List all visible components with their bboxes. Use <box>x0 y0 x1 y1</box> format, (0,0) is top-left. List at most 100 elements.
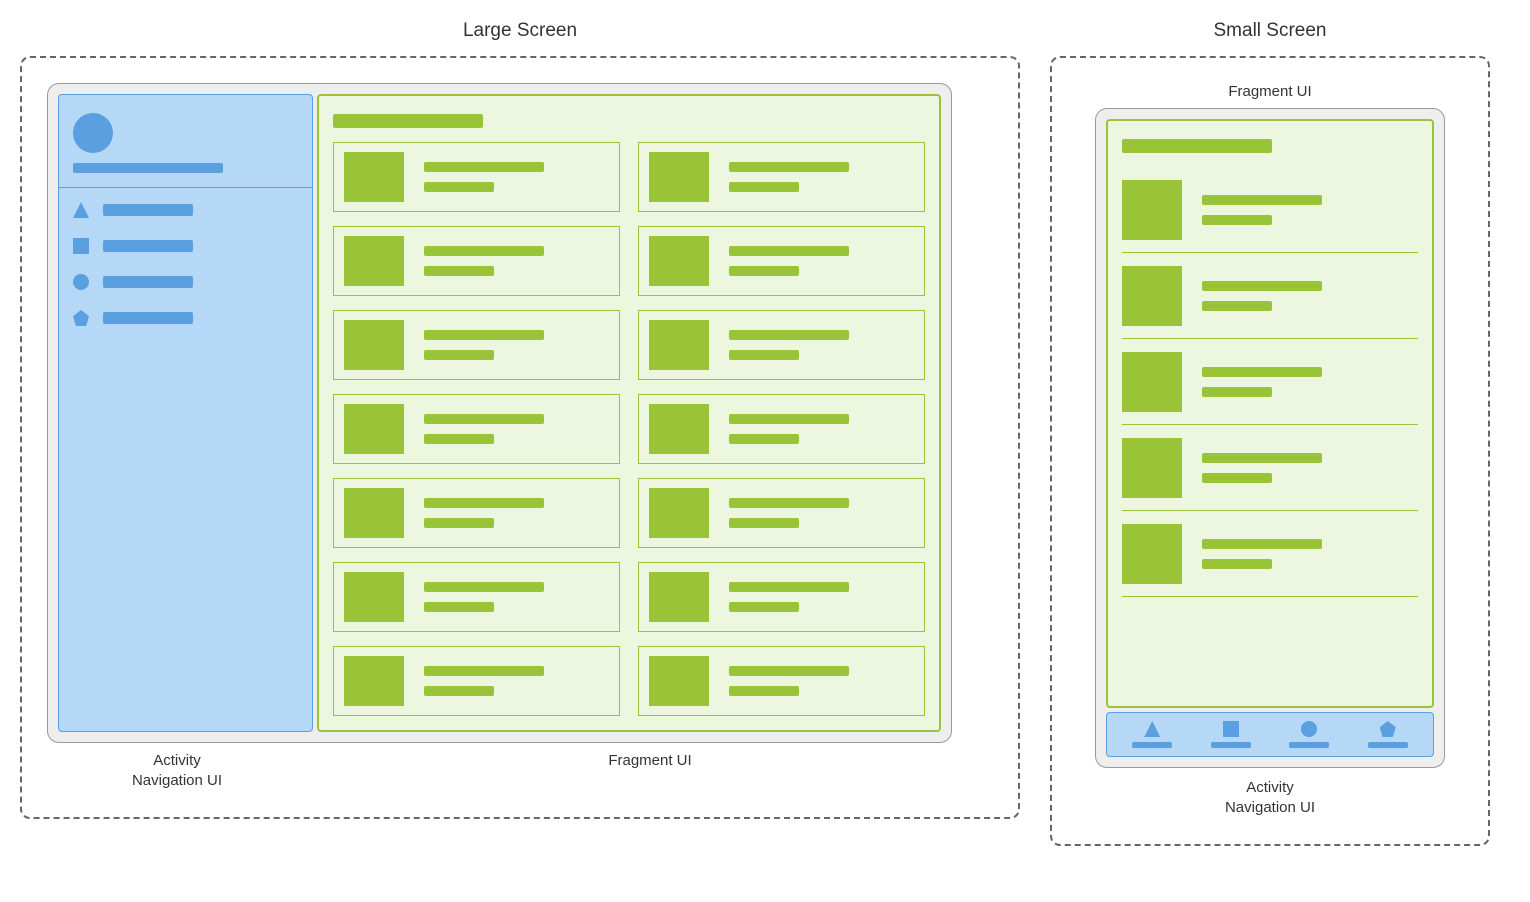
sidebar-item-label <box>103 204 193 216</box>
card-line1 <box>424 330 544 340</box>
card-text <box>729 498 849 528</box>
content-card[interactable] <box>1122 167 1418 253</box>
card-line1 <box>729 414 849 424</box>
fragment-panel-large <box>317 94 941 732</box>
card-line2 <box>729 518 799 528</box>
content-card[interactable] <box>638 646 925 716</box>
card-text <box>424 246 544 276</box>
content-card[interactable] <box>1122 339 1418 425</box>
card-text <box>729 330 849 360</box>
bottom-nav-item-3[interactable] <box>1289 721 1329 748</box>
card-text <box>729 246 849 276</box>
pentagon-icon <box>1380 721 1396 737</box>
content-card[interactable] <box>333 646 620 716</box>
caption-activity: Activity <box>153 752 201 769</box>
card-line1 <box>729 582 849 592</box>
bottom-nav-label <box>1289 742 1329 748</box>
card-line2 <box>424 182 494 192</box>
content-card[interactable] <box>333 394 620 464</box>
card-text <box>424 498 544 528</box>
large-dashed-frame: Activity Navigation UI Fragment UI <box>20 56 1020 819</box>
card-line1 <box>424 498 544 508</box>
card-list-small <box>1122 167 1418 597</box>
caption-activity-nav: Activity Navigation UI <box>47 751 307 792</box>
card-thumbnail <box>649 572 709 622</box>
card-line2 <box>424 350 494 360</box>
content-card[interactable] <box>638 394 925 464</box>
card-line1 <box>1202 453 1322 463</box>
card-thumbnail <box>344 320 404 370</box>
card-line2 <box>729 434 799 444</box>
square-icon <box>73 238 89 254</box>
content-card[interactable] <box>333 310 620 380</box>
card-thumbnail <box>649 404 709 454</box>
card-thumbnail <box>344 236 404 286</box>
sidebar-item-1[interactable] <box>73 202 298 218</box>
sidebar-item-label <box>103 240 193 252</box>
content-card[interactable] <box>638 310 925 380</box>
content-card[interactable] <box>1122 511 1418 597</box>
card-text <box>424 666 544 696</box>
card-thumbnail <box>649 488 709 538</box>
card-line2 <box>1202 215 1272 225</box>
card-text <box>729 162 849 192</box>
triangle-icon <box>73 202 89 218</box>
card-line1 <box>729 162 849 172</box>
sidebar-item-4[interactable] <box>73 310 298 326</box>
card-text <box>1202 453 1322 483</box>
card-thumbnail <box>649 152 709 202</box>
card-text <box>424 162 544 192</box>
card-thumbnail <box>344 572 404 622</box>
card-thumbnail <box>649 320 709 370</box>
card-text <box>729 582 849 612</box>
card-line1 <box>424 246 544 256</box>
card-line2 <box>729 686 799 696</box>
content-card[interactable] <box>1122 253 1418 339</box>
bottom-nav-item-1[interactable] <box>1132 721 1172 748</box>
caption-navigation-ui: Navigation UI <box>1225 799 1315 816</box>
sidebar-item-3[interactable] <box>73 274 298 290</box>
card-line1 <box>1202 367 1322 377</box>
card-thumbnail <box>649 656 709 706</box>
bottom-nav-label <box>1368 742 1408 748</box>
content-card[interactable] <box>1122 425 1418 511</box>
card-line2 <box>424 434 494 444</box>
content-card[interactable] <box>638 142 925 212</box>
content-card[interactable] <box>638 562 925 632</box>
card-line1 <box>1202 195 1322 205</box>
content-card[interactable] <box>333 478 620 548</box>
small-screen-section: Small Screen Fragment UI <box>1050 20 1490 846</box>
card-text <box>1202 539 1322 569</box>
card-line2 <box>1202 559 1272 569</box>
content-card[interactable] <box>333 142 620 212</box>
large-screen-title: Large Screen <box>463 20 577 42</box>
card-line1 <box>424 414 544 424</box>
sidebar-item-2[interactable] <box>73 238 298 254</box>
content-card[interactable] <box>333 226 620 296</box>
card-text <box>424 414 544 444</box>
card-line1 <box>1202 539 1322 549</box>
content-card[interactable] <box>638 478 925 548</box>
triangle-icon <box>1144 721 1160 737</box>
content-card[interactable] <box>638 226 925 296</box>
large-screen-section: Large Screen <box>20 20 1020 846</box>
bottom-nav-item-4[interactable] <box>1368 721 1408 748</box>
card-line2 <box>424 518 494 528</box>
bottom-nav-item-2[interactable] <box>1211 721 1251 748</box>
card-thumbnail <box>1122 266 1182 326</box>
circle-icon <box>1301 721 1317 737</box>
small-fragment-label: Fragment UI <box>1077 83 1463 100</box>
bottom-nav-label <box>1132 742 1172 748</box>
sidebar-item-label <box>103 312 193 324</box>
sidebar-nav <box>58 94 313 732</box>
circle-icon <box>73 274 89 290</box>
small-dashed-frame: Fragment UI <box>1050 56 1490 846</box>
card-thumbnail <box>344 656 404 706</box>
content-card[interactable] <box>333 562 620 632</box>
sidebar-nav-items <box>59 188 312 340</box>
card-thumbnail <box>344 404 404 454</box>
card-line2 <box>1202 387 1272 397</box>
card-line2 <box>729 602 799 612</box>
phone-device <box>1095 108 1445 768</box>
card-text <box>1202 195 1322 225</box>
